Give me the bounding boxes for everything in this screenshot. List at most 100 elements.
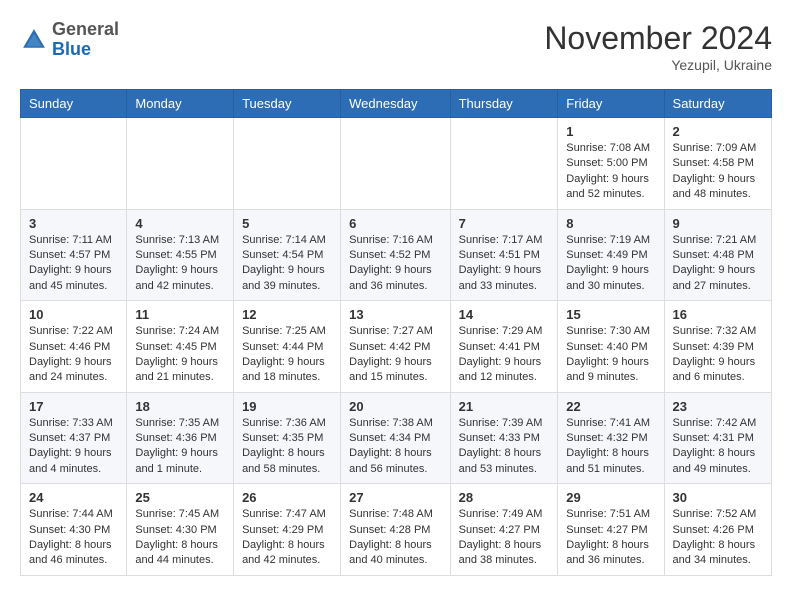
day-info: Sunset: 4:49 PM — [566, 248, 655, 263]
day-info: Sunrise: 7:52 AM — [673, 507, 763, 522]
day-info: Daylight: 9 hours and 12 minutes. — [459, 355, 550, 386]
day-info: Sunset: 4:31 PM — [673, 431, 763, 446]
day-info: Daylight: 8 hours and 53 minutes. — [459, 446, 550, 477]
day-info: Sunset: 4:46 PM — [29, 340, 118, 355]
day-number: 17 — [29, 399, 118, 414]
day-number: 15 — [566, 307, 655, 322]
day-info: Daylight: 9 hours and 42 minutes. — [135, 263, 225, 294]
calendar-cell: 4Sunrise: 7:13 AMSunset: 4:55 PMDaylight… — [127, 209, 234, 301]
day-number: 25 — [135, 490, 225, 505]
day-info: Daylight: 9 hours and 21 minutes. — [135, 355, 225, 386]
day-number: 26 — [242, 490, 332, 505]
calendar-cell: 14Sunrise: 7:29 AMSunset: 4:41 PMDayligh… — [450, 301, 558, 393]
calendar-cell: 25Sunrise: 7:45 AMSunset: 4:30 PMDayligh… — [127, 484, 234, 576]
logo: General Blue — [20, 20, 119, 60]
day-info: Sunrise: 7:49 AM — [459, 507, 550, 522]
day-number: 21 — [459, 399, 550, 414]
day-info: Sunset: 4:33 PM — [459, 431, 550, 446]
logo-general-text: General — [52, 19, 119, 39]
calendar-header-row: SundayMondayTuesdayWednesdayThursdayFrid… — [21, 90, 772, 118]
col-header-monday: Monday — [127, 90, 234, 118]
day-info: Daylight: 8 hours and 42 minutes. — [242, 538, 332, 569]
day-number: 23 — [673, 399, 763, 414]
day-info: Daylight: 9 hours and 18 minutes. — [242, 355, 332, 386]
day-number: 27 — [349, 490, 441, 505]
day-info: Sunrise: 7:35 AM — [135, 416, 225, 431]
day-number: 10 — [29, 307, 118, 322]
day-number: 24 — [29, 490, 118, 505]
calendar-cell: 22 Sunrise: 7:41 AMSunset: 4:32 PMDayligh… — [558, 392, 664, 484]
day-number: 22 — [566, 399, 655, 414]
day-info: Sunrise: 7:30 AM — [566, 324, 655, 339]
col-header-saturday: Saturday — [664, 90, 771, 118]
day-number: 28 — [459, 490, 550, 505]
calendar-cell: 19 Sunrise: 7:36 AMSunset: 4:35 PMDayligh… — [234, 392, 341, 484]
day-number: 19 — [242, 399, 332, 414]
day-info: Sunrise: 7:41 AM — [566, 416, 655, 431]
col-header-thursday: Thursday — [450, 90, 558, 118]
day-info: Sunset: 4:26 PM — [673, 523, 763, 538]
location-subtitle: Yezupil, Ukraine — [544, 57, 772, 73]
day-info: Daylight: 9 hours and 39 minutes. — [242, 263, 332, 294]
day-info: Sunset: 4:39 PM — [673, 340, 763, 355]
day-info: Daylight: 8 hours and 36 minutes. — [566, 538, 655, 569]
calendar-cell: 9Sunrise: 7:21 AMSunset: 4:48 PMDaylight… — [664, 209, 771, 301]
calendar-cell: 27Sunrise: 7:48 AMSunset: 4:28 PMDayligh… — [341, 484, 450, 576]
day-info: Daylight: 8 hours and 34 minutes. — [673, 538, 763, 569]
calendar-cell: 24Sunrise: 7:44 AMSunset: 4:30 PMDayligh… — [21, 484, 127, 576]
day-info: Sunset: 4:45 PM — [135, 340, 225, 355]
day-number: 3 — [29, 216, 118, 231]
calendar-cell: 26Sunrise: 7:47 AMSunset: 4:29 PMDayligh… — [234, 484, 341, 576]
page-header: General Blue November 2024 Yezupil, Ukra… — [20, 20, 772, 73]
day-info: Sunset: 5:00 PM — [566, 156, 655, 171]
calendar-week-row: 1Sunrise: 7:08 AMSunset: 5:00 PMDaylight… — [21, 118, 772, 210]
calendar-cell: 2Sunrise: 7:09 AMSunset: 4:58 PMDaylight… — [664, 118, 771, 210]
day-info: Daylight: 8 hours and 46 minutes. — [29, 538, 118, 569]
day-info: Daylight: 8 hours and 58 minutes. — [242, 446, 332, 477]
calendar-cell: 7Sunrise: 7:17 AMSunset: 4:51 PMDaylight… — [450, 209, 558, 301]
calendar-cell: 5 Sunrise: 7:14 AMSunset: 4:54 PMDaylight… — [234, 209, 341, 301]
day-info: Sunrise: 7:44 AM — [29, 507, 118, 522]
day-info: Sunset: 4:35 PM — [242, 431, 332, 446]
calendar-cell: 28Sunrise: 7:49 AMSunset: 4:27 PMDayligh… — [450, 484, 558, 576]
day-info: Sunrise: 7:24 AM — [135, 324, 225, 339]
day-info: Daylight: 8 hours and 56 minutes. — [349, 446, 441, 477]
day-info: Sunset: 4:32 PM — [566, 431, 655, 446]
calendar-cell: 1Sunrise: 7:08 AMSunset: 5:00 PMDaylight… — [558, 118, 664, 210]
day-info: Daylight: 9 hours and 6 minutes. — [673, 355, 763, 386]
calendar-cell: 6Sunrise: 7:16 AMSunset: 4:52 PMDaylight… — [341, 209, 450, 301]
day-info: Daylight: 8 hours and 40 minutes. — [349, 538, 441, 569]
day-info: Sunrise: 7:14 AM — [242, 233, 332, 248]
day-number: 30 — [673, 490, 763, 505]
day-info: Sunrise: 7:13 AM — [135, 233, 225, 248]
day-info: Sunrise: 7:33 AM — [29, 416, 118, 431]
calendar-cell: 15Sunrise: 7:30 AMSunset: 4:40 PMDayligh… — [558, 301, 664, 393]
day-info: Sunset: 4:52 PM — [349, 248, 441, 263]
day-number: 5 — [242, 216, 332, 231]
day-info: Sunrise: 7:47 AM — [242, 507, 332, 522]
day-info: Sunset: 4:34 PM — [349, 431, 441, 446]
day-info: Daylight: 9 hours and 48 minutes. — [673, 172, 763, 203]
day-number: 7 — [459, 216, 550, 231]
day-info: Sunrise: 7:32 AM — [673, 324, 763, 339]
col-header-sunday: Sunday — [21, 90, 127, 118]
day-info: Daylight: 8 hours and 51 minutes. — [566, 446, 655, 477]
day-info: Daylight: 9 hours and 4 minutes. — [29, 446, 118, 477]
calendar-cell: 16Sunrise: 7:32 AMSunset: 4:39 PMDayligh… — [664, 301, 771, 393]
day-info: Sunset: 4:27 PM — [566, 523, 655, 538]
calendar-cell: 8Sunrise: 7:19 AMSunset: 4:49 PMDaylight… — [558, 209, 664, 301]
calendar-cell — [234, 118, 341, 210]
day-info: Sunset: 4:51 PM — [459, 248, 550, 263]
day-info: Daylight: 8 hours and 44 minutes. — [135, 538, 225, 569]
day-info: Sunrise: 7:51 AM — [566, 507, 655, 522]
day-number: 11 — [135, 307, 225, 322]
day-info: Daylight: 8 hours and 38 minutes. — [459, 538, 550, 569]
calendar-week-row: 10Sunrise: 7:22 AMSunset: 4:46 PMDayligh… — [21, 301, 772, 393]
calendar-cell: 3Sunrise: 7:11 AMSunset: 4:57 PMDaylight… — [21, 209, 127, 301]
day-number: 12 — [242, 307, 332, 322]
day-info: Sunrise: 7:36 AM — [242, 416, 332, 431]
calendar-cell: 29Sunrise: 7:51 AMSunset: 4:27 PMDayligh… — [558, 484, 664, 576]
day-info: Sunset: 4:41 PM — [459, 340, 550, 355]
calendar-cell: 17Sunrise: 7:33 AMSunset: 4:37 PMDayligh… — [21, 392, 127, 484]
day-info: Sunset: 4:54 PM — [242, 248, 332, 263]
